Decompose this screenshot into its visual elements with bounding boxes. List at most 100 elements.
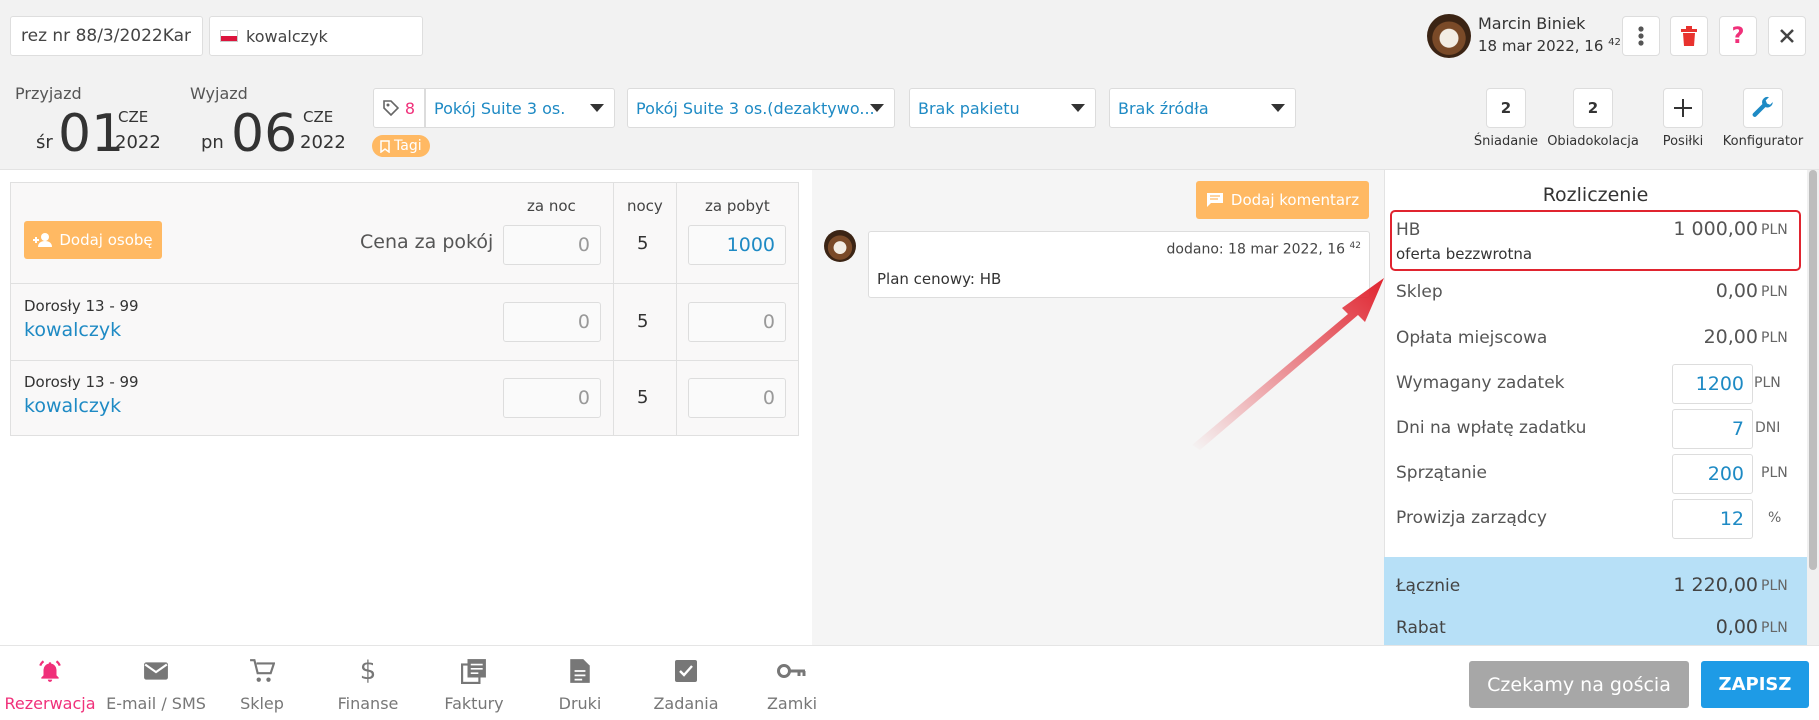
person-per-night-input[interactable]: 0 — [503, 302, 601, 342]
save-button[interactable]: ZAPISZ — [1701, 661, 1809, 708]
room-select[interactable]: Pokój Suite 3 os. — [425, 88, 615, 128]
dinner-count[interactable]: 2 — [1573, 88, 1613, 128]
cleaning-currency: PLN — [1761, 465, 1788, 481]
reservation-number-text: rez nr 88/3/2022Kar — [21, 26, 191, 46]
delete-button[interactable] — [1670, 16, 1708, 56]
configurator-label: Konfigurator — [1722, 134, 1804, 149]
user-date-text: 18 mar 2022, 16 — [1478, 37, 1604, 55]
departure-month: CZE — [303, 108, 334, 126]
discount-currency: PLN — [1761, 620, 1788, 636]
breakfast-label: Śniadanie — [1473, 134, 1539, 149]
add-person-button[interactable]: Dodaj osobę — [24, 221, 162, 259]
nav-prints-label: Druki — [558, 694, 602, 713]
deposit-days-input[interactable]: 7 — [1672, 409, 1753, 449]
add-person-label: Dodaj osobę — [59, 231, 153, 249]
nav-prints[interactable]: Druki — [530, 656, 630, 713]
more-vertical-icon — [1638, 26, 1644, 46]
add-meal-button[interactable] — [1663, 88, 1703, 128]
scrollbar-thumb[interactable] — [1809, 170, 1817, 570]
nav-shop[interactable]: Sklep — [212, 656, 312, 713]
room-type-select[interactable]: Pokój Suite 3 os.(dezaktywo... — [627, 88, 895, 128]
trash-icon — [1681, 26, 1697, 46]
room-select-value: Pokój Suite 3 os. — [434, 98, 566, 118]
tags-button[interactable]: Tagi — [372, 135, 430, 157]
deposit-input[interactable]: 1200 — [1672, 364, 1753, 404]
column-divider — [676, 183, 677, 435]
avatar[interactable] — [1427, 14, 1471, 58]
plus-icon — [1674, 99, 1692, 117]
person-name-link[interactable]: kowalczyk — [24, 395, 121, 417]
nav-invoices[interactable]: Faktury — [424, 656, 524, 713]
nav-invoices-label: Faktury — [444, 694, 504, 713]
bottom-nav: Rezerwacja E-mail / SMS Sklep $ Finanse … — [0, 645, 1819, 720]
nav-locks[interactable]: Zamki — [742, 656, 842, 713]
nav-shop-label: Sklep — [240, 694, 284, 713]
package-select[interactable]: Brak pakietu — [909, 88, 1096, 128]
help-icon: ? — [1731, 23, 1745, 49]
nav-email-sms[interactable]: E-mail / SMS — [106, 656, 206, 713]
nav-reservation[interactable]: Rezerwacja — [0, 656, 100, 713]
tag-count: 8 — [404, 98, 416, 118]
local-fee-currency: PLN — [1761, 330, 1788, 346]
arrival-label: Przyjazd — [15, 84, 82, 103]
settlement-panel: Rozliczenie HB 1 000,00 PLN oferta bezzw… — [1384, 170, 1807, 645]
shop-currency: PLN — [1761, 284, 1788, 300]
guest-field-text: kowalczyk — [246, 26, 328, 46]
add-person-icon — [33, 233, 53, 247]
chevron-down-icon — [870, 104, 884, 112]
cleaning-input[interactable]: 200 — [1672, 454, 1753, 494]
tag-count-box[interactable]: 8 — [373, 88, 425, 128]
nav-finance[interactable]: $ Finanse — [318, 656, 418, 713]
reservation-window: rez nr 88/3/2022Kar kowalczyk Marcin Bin… — [0, 0, 1819, 720]
status-button[interactable]: Czekamy na gościa — [1469, 661, 1689, 708]
commission-input[interactable]: 12 — [1672, 499, 1753, 539]
dinner-label: Obiadokolacja — [1547, 134, 1639, 149]
reservation-number-field[interactable]: rez nr 88/3/2022Kar — [10, 16, 203, 56]
arrival-month: CZE — [118, 108, 149, 126]
configurator-button[interactable] — [1743, 88, 1783, 128]
person-per-stay-input[interactable]: 0 — [688, 378, 786, 418]
total-value: 1 220,00 — [1673, 574, 1758, 596]
source-select[interactable]: Brak źródła — [1109, 88, 1296, 128]
nav-locks-label: Zamki — [766, 694, 818, 713]
help-button[interactable]: ? — [1719, 16, 1757, 56]
total-currency: PLN — [1761, 578, 1788, 594]
person-per-night-input[interactable]: 0 — [503, 378, 601, 418]
chevron-down-icon — [1271, 104, 1285, 112]
chevron-down-icon — [1071, 104, 1085, 112]
close-button[interactable] — [1768, 16, 1806, 56]
checkbox-icon — [675, 660, 697, 682]
breakfast-count[interactable]: 2 — [1486, 88, 1526, 128]
room-per-night-input[interactable]: 0 — [503, 225, 601, 265]
person-name-link[interactable]: kowalczyk — [24, 319, 121, 341]
scrollbar-track[interactable] — [1807, 170, 1819, 645]
departure-weekday: pn — [201, 132, 224, 153]
room-per-stay-input[interactable]: 1000 — [688, 225, 786, 265]
guest-field[interactable]: kowalczyk — [209, 16, 423, 56]
close-icon — [1780, 29, 1794, 43]
deposit-currency: PLN — [1754, 375, 1781, 391]
room-nights: 5 — [637, 233, 649, 254]
person-nights: 5 — [637, 387, 649, 408]
person-nights: 5 — [637, 311, 649, 332]
user-name: Marcin Biniek — [1478, 14, 1586, 33]
nav-tasks[interactable]: Zadania — [636, 656, 736, 713]
departure-day[interactable]: 06 — [231, 108, 297, 160]
person-per-stay-input[interactable]: 0 — [688, 302, 786, 342]
shop-label: Sklep — [1396, 282, 1443, 302]
discount-value: 0,00 — [1715, 616, 1758, 638]
row-divider — [11, 360, 798, 361]
deposit-label: Wymagany zadatek — [1396, 373, 1565, 393]
more-menu-button[interactable] — [1622, 16, 1660, 56]
room-type-select-value: Pokój Suite 3 os.(dezaktywo... — [636, 98, 875, 118]
nav-tasks-label: Zadania — [653, 694, 719, 713]
arrival-year: 2022 — [115, 132, 161, 153]
arrival-weekday: śr — [36, 132, 53, 153]
user-date: 18 mar 2022, 16 42 — [1478, 37, 1621, 55]
total-label: Łącznie — [1396, 576, 1461, 596]
departure-year: 2022 — [300, 132, 346, 153]
plan-currency: PLN — [1761, 222, 1788, 238]
key-icon — [777, 664, 806, 678]
departure-label: Wyjazd — [190, 84, 248, 103]
plan-value: 1 000,00 — [1673, 218, 1758, 240]
